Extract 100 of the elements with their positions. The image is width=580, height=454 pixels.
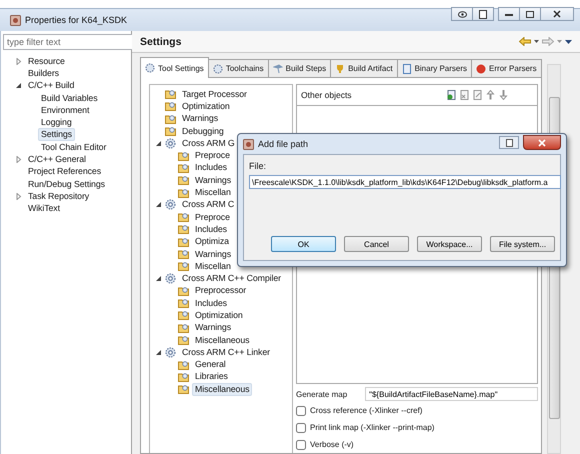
field-label: File: [249,161,268,171]
nav-tree-item[interactable]: Environment [38,104,92,117]
settings-tree-item[interactable]: Optimiza [192,235,232,248]
dropdown-icon[interactable] [534,40,539,43]
tab[interactable]: Toolchains [208,59,269,78]
settings-tree-item[interactable]: Includes [192,296,230,310]
folder-icon [178,261,189,272]
settings-tree-item[interactable]: General [192,358,229,372]
folder-icon [165,101,176,112]
expand-arrow-icon[interactable] [15,192,22,200]
nav-tree-item[interactable]: Logging [38,116,75,130]
settings-tree-item[interactable]: Warnings [192,174,234,187]
tab[interactable]: Binary Parsers [396,59,472,78]
collapse-arrow-icon[interactable] [15,82,22,90]
close-icon [538,138,546,146]
add-icon[interactable] [447,90,457,100]
eye-button[interactable] [451,7,473,21]
window-title: Properties for K64_KSDK [25,15,128,25]
settings-tree-item[interactable]: Miscellan [192,186,234,200]
tab[interactable]: Build Steps [268,59,332,78]
nav-tree-item[interactable]: C/C++ Build [25,79,78,92]
filter-field[interactable]: type filter text [3,34,133,50]
close-button[interactable] [540,7,574,21]
settings-tree-item[interactable]: Optimization [192,309,246,322]
page-button[interactable] [499,136,519,149]
nav-tree-item[interactable]: Build Variables [38,92,101,105]
move-up-icon[interactable] [486,90,496,100]
page-icon [479,10,487,18]
tab[interactable]: Error Parsers [471,59,542,78]
dialog-button[interactable]: OK [271,236,336,252]
move-down-icon[interactable] [499,90,509,100]
folder-icon [165,89,176,100]
settings-tree-item[interactable]: Cross ARM C [179,198,238,212]
nav-tree-item[interactable]: WikiText [25,202,63,216]
nav-tree-item[interactable]: Run/Debug Settings [25,178,108,191]
settings-tree-item[interactable]: Debugging [179,124,227,138]
checkbox[interactable] [296,406,306,416]
tab[interactable]: Tool Settings [140,57,209,78]
dialog-button[interactable]: Cancel [344,236,409,252]
folder-icon [178,150,189,161]
settings-tree-item[interactable]: Warnings [179,112,222,126]
view-menu-icon[interactable] [565,40,572,44]
expand-arrow-icon[interactable] [15,58,22,65]
settings-tree-item[interactable]: Includes [192,161,230,174]
collapse-arrow-icon[interactable] [155,348,162,356]
collapse-arrow-icon[interactable] [155,140,162,147]
folder-icon [178,322,189,333]
nav-tree-item[interactable]: Builders [25,66,62,80]
map-label: Generate map [296,390,348,399]
settings-tree-item[interactable]: Miscellaneous [192,382,252,396]
folder-icon [178,188,189,198]
file-path-field[interactable]: \Freescale\KSDK_1.1.0\lib\ksdk_platform_lib\kds\K64F12\Debug\libksdk_platform.a [249,175,561,189]
dialog-button[interactable]: Workspace... [417,236,482,252]
page-button[interactable] [472,7,494,21]
settings-tree-item[interactable]: Miscellaneous [192,334,252,347]
settings-tree-item[interactable]: Target Processor [179,88,250,101]
expand-arrow-icon[interactable] [15,156,22,164]
collapse-arrow-icon[interactable] [155,201,162,208]
eye-icon [458,10,466,18]
maximize-button[interactable] [519,7,541,21]
tab[interactable]: Build Artifact [330,59,398,78]
app-icon [10,14,21,26]
settings-tree-item[interactable]: Cross ARM C++ Compiler [179,272,284,286]
dialog-icon [243,138,254,150]
edit-icon[interactable] [473,90,483,100]
checkbox[interactable] [296,440,306,450]
folder-icon [178,249,189,259]
collapse-arrow-icon[interactable] [155,275,162,282]
settings-tree-item[interactable]: Warnings [192,248,234,261]
nav-tree-item[interactable]: Task Repository [25,190,92,203]
folder-icon [178,175,189,186]
minimize-button[interactable] [498,7,520,21]
settings-tree-item[interactable]: Includes [192,222,230,236]
folder-icon [165,114,176,124]
map-field[interactable]: "${BuildArtifactFileBaseName}.map" [365,387,538,402]
nav-tree-item[interactable]: Tool Chain Editor [38,140,110,154]
dialog-button[interactable]: File system... [490,236,555,252]
settings-tree-item[interactable]: Libraries [192,370,231,384]
checkbox[interactable] [296,422,306,433]
option-label: Cross reference (-Xlinker --cref) [310,406,422,416]
settings-tree-item[interactable]: Preproce [192,149,233,162]
nav-tree-item[interactable]: Settings [38,128,75,142]
folder-icon [178,360,189,370]
back-arrow-icon[interactable] [519,37,531,46]
folder-icon [178,384,189,394]
page-title: Settings [140,36,182,48]
nav-tree-item[interactable]: Project References [25,165,104,178]
settings-tree-item[interactable]: Miscellan [192,260,234,273]
settings-tree-item[interactable]: Warnings [192,321,234,334]
settings-tree-item[interactable]: Optimization [179,100,233,113]
nav-tree-item[interactable]: C/C++ General [25,153,89,166]
folder-icon [178,372,189,382]
settings-tree-item[interactable]: Cross ARM G [179,136,238,150]
settings-tree-item[interactable]: Preproce [192,210,233,224]
settings-tree-item[interactable]: Preprocessor [192,284,250,298]
close-button[interactable] [523,135,561,150]
settings-tree-item[interactable]: Cross ARM C++ Linker [179,346,273,359]
nav-tree-item[interactable]: Resource [25,54,68,68]
folder-icon [178,335,189,346]
delete-icon[interactable] [460,90,470,100]
